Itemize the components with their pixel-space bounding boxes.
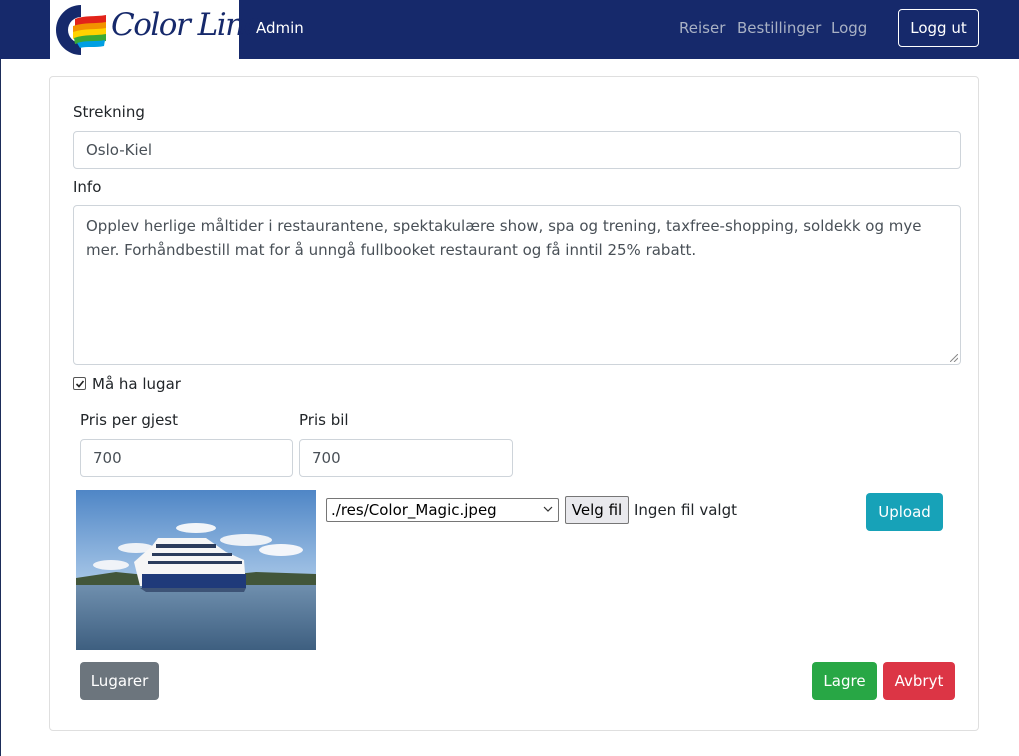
nav-link-bestillinger[interactable]: Bestillinger	[737, 19, 821, 37]
price-car-label: Pris bil	[299, 411, 349, 429]
cancel-button[interactable]: Avbryt	[883, 662, 955, 700]
logo-text: Color Line	[111, 7, 262, 43]
top-navbar: Color Line Admin Reiser Bestillinger Log…	[0, 0, 1019, 59]
color-line-logo[interactable]: Color Line	[50, 0, 262, 59]
cabins-button[interactable]: Lugarer	[80, 662, 159, 700]
upload-button[interactable]: Upload	[866, 493, 943, 531]
resize-grip-icon[interactable]	[950, 354, 958, 362]
image-select-value: ./res/Color_Magic.jpeg	[331, 501, 497, 519]
nav-link-reiser[interactable]: Reiser	[679, 19, 725, 37]
save-button[interactable]: Lagre	[812, 662, 877, 700]
price-car-input[interactable]: 700	[299, 439, 513, 477]
brand-admin[interactable]: Admin	[256, 19, 304, 37]
file-status-text: Ingen fil valgt	[634, 501, 737, 519]
info-label: Info	[73, 178, 102, 196]
color-line-logo-icon	[55, 4, 106, 55]
route-label: Strekning	[73, 103, 145, 121]
info-text: Opplev herlige måltider i restaurantene,…	[86, 217, 922, 259]
nav-link-logg[interactable]: Logg	[831, 19, 867, 37]
chevron-down-icon	[543, 506, 553, 512]
choose-file-button[interactable]: Velg fil	[565, 496, 629, 524]
price-guest-label: Pris per gjest	[80, 411, 178, 429]
cabin-checkbox-label: Må ha lugar	[92, 375, 181, 393]
price-guest-input[interactable]: 700	[80, 439, 293, 477]
image-select[interactable]: ./res/Color_Magic.jpeg	[326, 498, 559, 522]
logout-button[interactable]: Logg ut	[898, 9, 979, 47]
info-textarea[interactable]: Opplev herlige måltider i restaurantene,…	[73, 205, 961, 365]
ship-image	[76, 490, 316, 650]
checkbox-checked-icon	[75, 380, 85, 388]
route-input[interactable]: Oslo-Kiel	[73, 131, 961, 169]
page-edge	[0, 0, 1, 756]
cabin-checkbox[interactable]	[73, 377, 86, 390]
